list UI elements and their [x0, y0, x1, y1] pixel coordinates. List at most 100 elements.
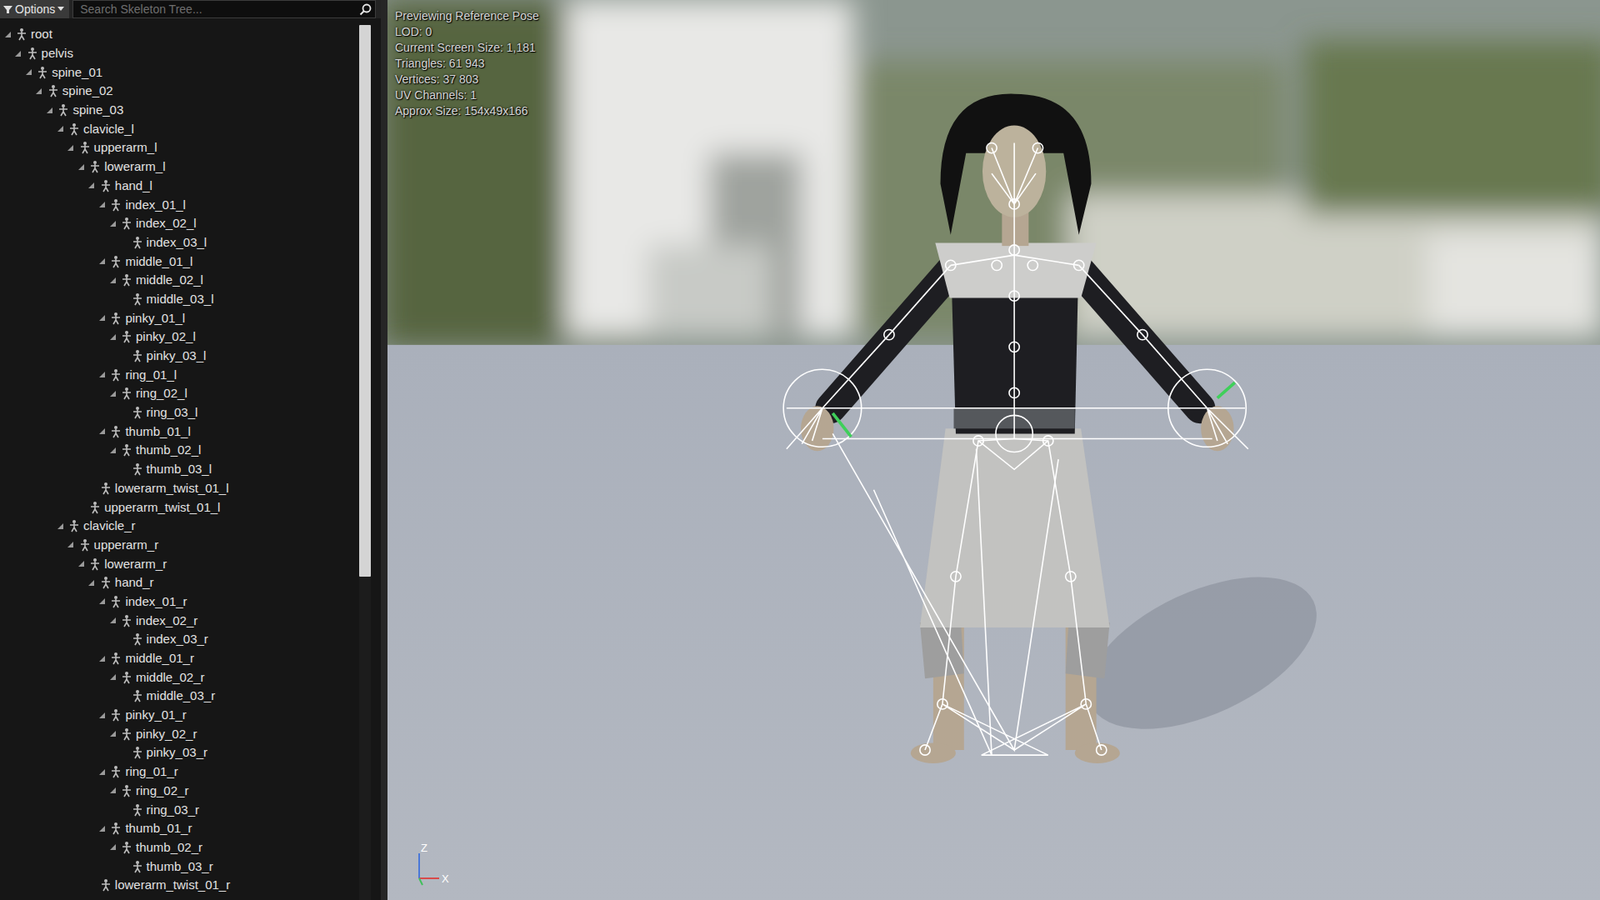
tree-row[interactable]: pinky_01_l	[0, 308, 360, 328]
expand-arrow-icon[interactable]	[56, 125, 65, 133]
tree-row[interactable]: pinky_01_r	[0, 705, 360, 725]
tree-row[interactable]: lowerarm_twist_01_r	[0, 875, 360, 895]
expand-arrow-icon[interactable]	[4, 30, 12, 39]
expand-arrow-icon[interactable]	[98, 825, 106, 833]
expand-arrow-icon[interactable]	[109, 616, 117, 625]
expand-arrow-icon[interactable]	[35, 87, 43, 95]
expand-arrow-icon[interactable]	[66, 540, 75, 549]
options-button[interactable]: Options	[0, 0, 70, 19]
arrow-slot	[96, 200, 107, 210]
viewport-scene[interactable]	[387, 0, 1600, 900]
bone-name: lowerarm_l	[104, 159, 165, 175]
tree-row[interactable]: middle_01_l	[0, 251, 360, 271]
tree-row[interactable]: spine_03	[0, 100, 360, 120]
info-line: Triangles: 61 943	[395, 55, 540, 72]
expand-arrow-icon[interactable]	[109, 220, 117, 228]
tree-row[interactable]: ring_01_r	[0, 762, 360, 782]
tree-row[interactable]: index_02_r	[0, 610, 360, 630]
tree-row[interactable]: middle_03_r	[0, 686, 360, 706]
expand-arrow-icon[interactable]	[98, 768, 106, 776]
tree-row[interactable]: root	[0, 25, 360, 45]
bone-name: root	[30, 26, 53, 42]
tree-row[interactable]: middle_02_l	[0, 270, 360, 290]
tree-row[interactable]: thumb_01_r	[0, 819, 360, 839]
bone-name: ring_01_r	[125, 764, 178, 780]
expand-arrow-icon[interactable]	[109, 843, 117, 851]
tree-row[interactable]: spine_02	[0, 81, 360, 101]
tree-row[interactable]: thumb_02_l	[0, 440, 360, 460]
expand-arrow-icon[interactable]	[77, 163, 85, 171]
scrollbar[interactable]	[359, 25, 371, 900]
expand-arrow-icon[interactable]	[14, 50, 22, 58]
arrow-slot	[75, 559, 86, 570]
tree-row[interactable]: thumb_03_r	[0, 856, 360, 876]
expand-arrow-icon[interactable]	[109, 673, 117, 681]
viewport[interactable]: Previewing Reference PoseLOD: 0Current S…	[387, 0, 1600, 900]
tree-row[interactable]: index_03_l	[0, 233, 360, 253]
expand-arrow-icon[interactable]	[109, 786, 117, 795]
tree-row[interactable]: index_01_l	[0, 195, 360, 215]
expand-arrow-icon[interactable]	[109, 446, 117, 455]
expand-arrow-icon[interactable]	[87, 181, 95, 190]
tree-row[interactable]: hand_r	[0, 573, 360, 593]
expand-arrow-icon[interactable]	[98, 711, 106, 720]
expand-arrow-icon[interactable]	[98, 200, 106, 209]
tree-row[interactable]: middle_03_l	[0, 290, 360, 310]
arrow-slot	[96, 426, 107, 437]
tree-row[interactable]: upperarm_twist_01_l	[0, 497, 360, 517]
tree-row[interactable]: thumb_03_l	[0, 460, 360, 480]
expand-arrow-icon[interactable]	[98, 370, 106, 379]
tree-row[interactable]: spine_01	[0, 62, 360, 82]
search-icon[interactable]	[359, 3, 372, 16]
expand-arrow-icon[interactable]	[25, 68, 33, 76]
tree-row[interactable]: ring_01_l	[0, 365, 360, 385]
arrow-slot	[96, 256, 107, 267]
tree-row[interactable]: ring_03_l	[0, 403, 360, 423]
tree-row[interactable]: thumb_01_l	[0, 421, 360, 441]
expand-arrow-icon[interactable]	[87, 579, 95, 587]
expand-arrow-icon[interactable]	[45, 106, 54, 115]
tree-row[interactable]: index_03_r	[0, 630, 360, 650]
character-figure[interactable]	[800, 94, 1234, 764]
tree-row[interactable]: pinky_03_r	[0, 743, 360, 763]
tree-row[interactable]: ring_02_r	[0, 781, 360, 801]
expand-arrow-icon[interactable]	[109, 730, 117, 738]
expand-arrow-icon[interactable]	[109, 390, 117, 398]
tree-row[interactable]: pelvis	[0, 44, 360, 64]
bone-name: hand_l	[115, 178, 153, 194]
tree-row[interactable]: middle_02_r	[0, 667, 360, 687]
tree-row[interactable]: pinky_02_r	[0, 724, 360, 744]
tree-row[interactable]: pinky_03_l	[0, 346, 360, 366]
tree-row[interactable]: ring_02_l	[0, 384, 360, 404]
expand-arrow-icon[interactable]	[98, 655, 106, 663]
search-input[interactable]	[78, 1, 360, 17]
tree-row[interactable]: clavicle_l	[0, 119, 360, 139]
tree-row[interactable]: upperarm_r	[0, 535, 360, 555]
tree-row[interactable]: clavicle_r	[0, 516, 360, 536]
arrow-slot	[118, 464, 129, 475]
expand-arrow-icon[interactable]	[98, 257, 106, 265]
expand-arrow-icon[interactable]	[66, 144, 75, 152]
search-field[interactable]	[72, 0, 376, 19]
tree-row[interactable]: ring_03_r	[0, 800, 360, 820]
expand-arrow-icon[interactable]	[98, 597, 106, 605]
tree-row[interactable]: lowerarm_r	[0, 554, 360, 574]
expand-arrow-icon[interactable]	[77, 560, 85, 568]
tree-row[interactable]: lowerarm_l	[0, 157, 360, 177]
tree-row[interactable]: index_02_l	[0, 214, 360, 234]
tree-row[interactable]: lowerarm_twist_01_l	[0, 479, 360, 499]
expand-arrow-icon[interactable]	[98, 427, 106, 435]
tree-row[interactable]: upperarm_l	[0, 138, 360, 158]
expand-arrow-icon[interactable]	[109, 276, 117, 285]
bone-icon	[67, 122, 81, 136]
expand-arrow-icon[interactable]	[109, 333, 117, 341]
tree-row[interactable]: pinky_02_l	[0, 327, 360, 347]
expand-arrow-icon[interactable]	[98, 314, 106, 322]
tree-row[interactable]: middle_01_r	[0, 649, 360, 669]
arrow-slot	[96, 766, 107, 777]
tree-row[interactable]: thumb_02_r	[0, 838, 360, 858]
scrollbar-thumb[interactable]	[359, 25, 371, 577]
tree-row[interactable]: index_01_r	[0, 592, 360, 612]
expand-arrow-icon[interactable]	[56, 522, 65, 530]
tree-row[interactable]: hand_l	[0, 176, 360, 196]
